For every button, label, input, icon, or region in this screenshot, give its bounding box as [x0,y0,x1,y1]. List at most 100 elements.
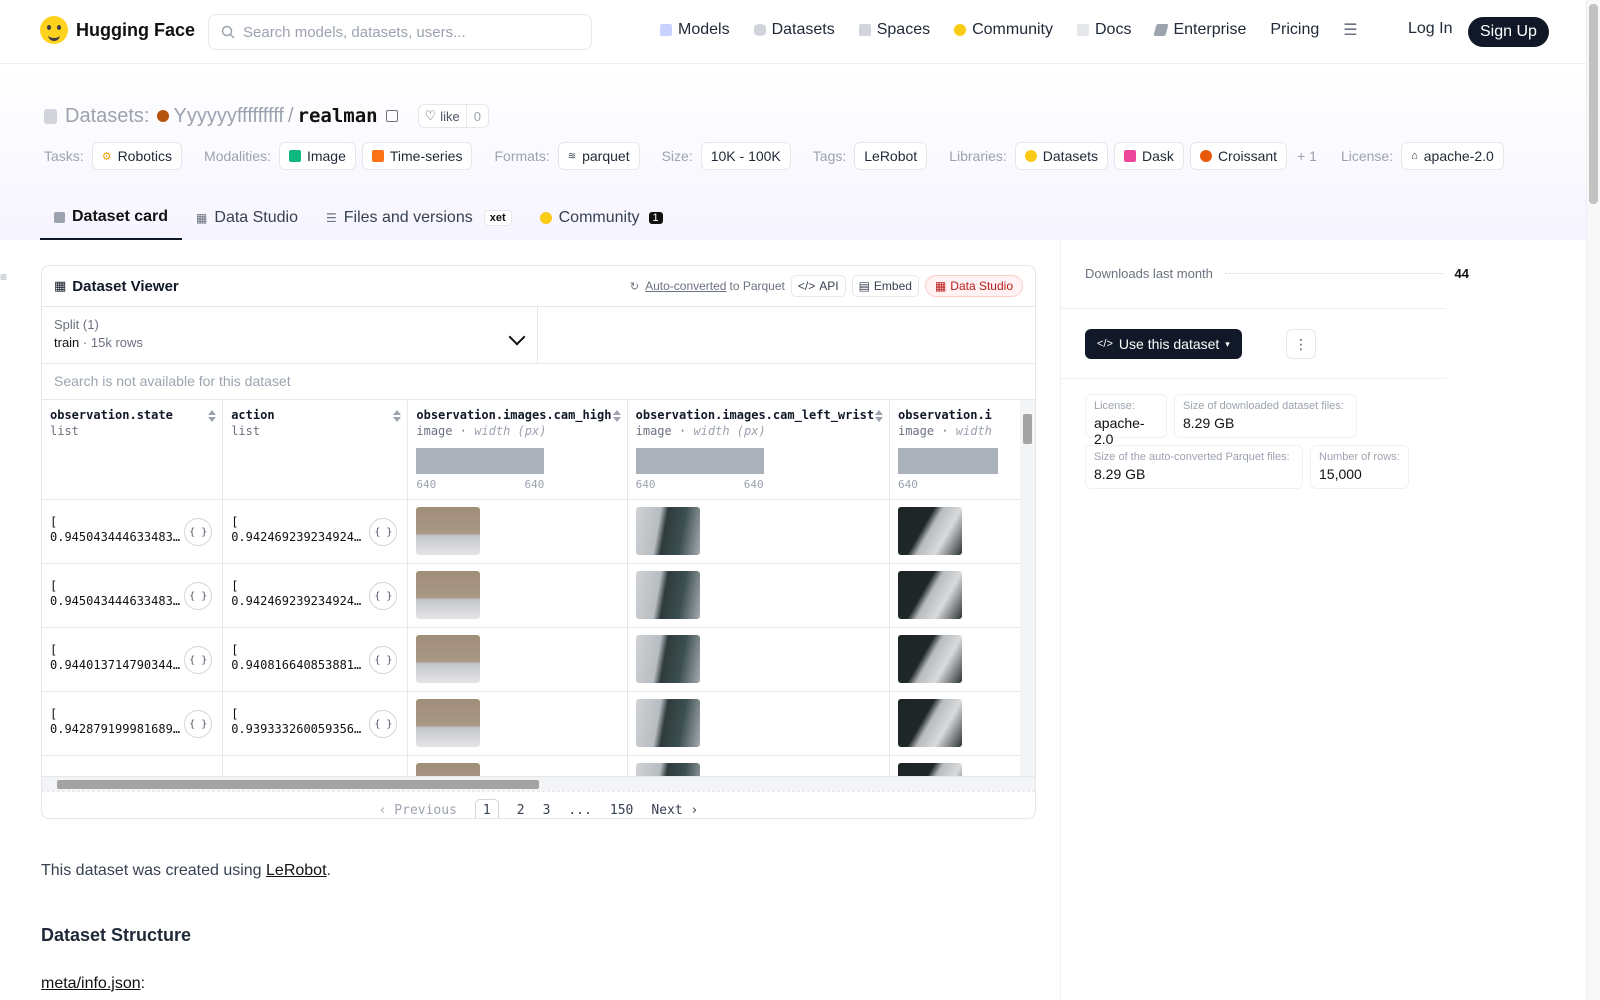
nav-docs[interactable]: Docs [1077,21,1131,39]
cam-high-thumbnail[interactable] [416,763,481,776]
tag-lerobot[interactable]: LeRobot [854,142,928,170]
split-selector[interactable]: Split (1) train · 15k rows [42,307,538,363]
list-bracket: [ [231,579,239,593]
cam-left-wrist-thumbnail[interactable] [635,635,700,683]
more-menu-icon[interactable]: ☰ [1343,20,1357,40]
sort-icon[interactable] [393,410,402,422]
histogram-bar[interactable] [897,448,998,474]
json-view-button[interactable]: { } [184,582,213,610]
search-input[interactable] [243,23,573,41]
repo-owner[interactable]: Yyyyyyfffffffff [173,105,283,128]
data-studio-button[interactable]: ▦ Data Studio [924,275,1023,297]
json-view-button[interactable]: { } [184,518,213,546]
nav-datasets[interactable]: Datasets [753,21,835,39]
like-count: 0 [473,108,481,124]
cam-high-thumbnail[interactable] [416,507,481,555]
col-header-action[interactable]: action list [222,400,409,500]
vertical-scrollbar[interactable] [1020,400,1035,776]
col-header-cam-left-wrist[interactable]: observation.images.cam_left_wrist image ·… [627,400,890,500]
cam-right-wrist-thumbnail[interactable] [897,635,962,683]
tab-data-studio[interactable]: ▦ Data Studio [182,196,312,240]
page-1-button[interactable]: 1 [474,799,499,818]
histogram-bar[interactable] [416,448,545,474]
table-row[interactable] [42,755,1035,776]
json-view-button[interactable]: { } [369,518,398,546]
cam-left-wrist-thumbnail[interactable] [635,699,700,747]
sidebar-toggle-icon[interactable]: ≡ [0,270,10,284]
tag-license[interactable]: ⌂ apache-2.0 [1401,142,1504,170]
embed-icon: ▤ [858,279,870,293]
cell-action: 0.9424692392349243,… [231,594,364,608]
tab-community[interactable]: Community 1 [526,196,677,240]
tag-croissant[interactable]: Croissant [1189,142,1288,170]
col-header-cam-high[interactable]: observation.images.cam_high image · width… [407,400,628,500]
sort-icon[interactable] [612,410,621,422]
nav-enterprise[interactable]: Enterprise [1153,21,1246,39]
repo-name[interactable]: realman [298,105,378,127]
meta-info-link[interactable]: meta/info.json [41,975,141,992]
histogram-bar[interactable] [635,448,764,474]
tag-datasets-lib[interactable]: Datasets [1014,142,1109,170]
nav-models[interactable]: Models [660,21,730,39]
tag-size[interactable]: 10K - 100K [700,142,791,170]
col-header-observation-state[interactable]: observation.state list [42,400,224,500]
auto-converted-link[interactable]: Auto-converted [645,279,726,293]
tab-dataset-card[interactable]: Dataset card [40,196,183,240]
page-last-button[interactable]: 150 [610,803,633,818]
table-row[interactable]: [0.9450434446334839…{ } [0.9424692392349… [42,499,1035,564]
tag-robotics[interactable]: ⚙ Robotics [91,142,183,170]
more-options-button[interactable]: ⋮ [1286,329,1316,359]
json-view-button[interactable]: { } [184,710,213,738]
cam-right-wrist-thumbnail[interactable] [897,699,962,747]
col-header-cam-right[interactable]: observation.i image · width 640 [889,400,1035,500]
api-button[interactable]: </> API [790,275,846,297]
cam-high-thumbnail[interactable] [416,699,481,747]
tag-time-series[interactable]: Time-series [361,142,473,170]
cam-right-wrist-thumbnail[interactable] [897,507,962,555]
prev-page-button[interactable]: ‹ Previous [379,803,457,818]
search-box[interactable] [208,14,592,50]
cam-left-wrist-thumbnail[interactable] [635,763,700,776]
sort-icon[interactable] [208,410,217,422]
page-scrollbar[interactable] [1586,0,1600,1000]
json-view-button[interactable]: { } [184,646,213,674]
to-parquet-label: to Parquet [729,279,785,293]
cam-left-wrist-thumbnail[interactable] [635,571,700,619]
copy-icon[interactable] [385,110,398,122]
tag-dask[interactable]: Dask [1114,142,1184,170]
table-row[interactable]: [0.9450434446334839…{ } [0.9424692392349… [42,563,1035,628]
embed-button[interactable]: ▤ Embed [851,275,919,297]
json-view-button[interactable]: { } [369,646,398,674]
cam-right-wrist-thumbnail[interactable] [897,571,962,619]
tag-parquet[interactable]: ≋ parquet [557,142,640,170]
cam-high-thumbnail[interactable] [416,571,481,619]
lerobot-link[interactable]: LeRobot [266,862,327,879]
col-type: image [635,424,672,438]
signup-button[interactable]: Sign Up [1468,17,1549,47]
home-logo[interactable]: Hugging Face [40,16,195,44]
nav-spaces[interactable]: Spaces [858,21,930,39]
nav-community[interactable]: Community [954,21,1053,39]
tab-files[interactable]: ☰ Files and versions xet [312,196,526,240]
cam-left-wrist-thumbnail[interactable] [635,507,700,555]
cam-right-wrist-thumbnail[interactable] [897,763,962,776]
like-button[interactable]: ♡ like 0 [417,104,489,128]
page-2-button[interactable]: 2 [517,803,525,818]
login-link[interactable]: Log In [1408,20,1452,38]
table-row[interactable]: [0.9440137147903442…{ } [0.9408166408538… [42,627,1035,692]
json-view-button[interactable]: { } [369,582,398,610]
chevron-down-icon: ▾ [1225,338,1230,349]
downloads-row: Downloads last month 44 [1085,266,1469,281]
sort-icon[interactable] [874,410,883,422]
horizontal-scrollbar[interactable] [42,776,1035,791]
use-dataset-button[interactable]: </> Use this dataset ▾ [1085,329,1242,359]
nav-pricing[interactable]: Pricing [1270,21,1319,39]
tag-image[interactable]: Image [278,142,356,170]
json-view-button[interactable]: { } [369,710,398,738]
next-page-button[interactable]: Next › [651,803,698,818]
table-row[interactable]: [0.9428791999816895…{ } [0.9393332600593… [42,691,1035,756]
libraries-more[interactable]: + 1 [1297,148,1317,164]
page-3-button[interactable]: 3 [543,803,551,818]
split-value: train · 15k rows [54,335,143,350]
cam-high-thumbnail[interactable] [416,635,481,683]
